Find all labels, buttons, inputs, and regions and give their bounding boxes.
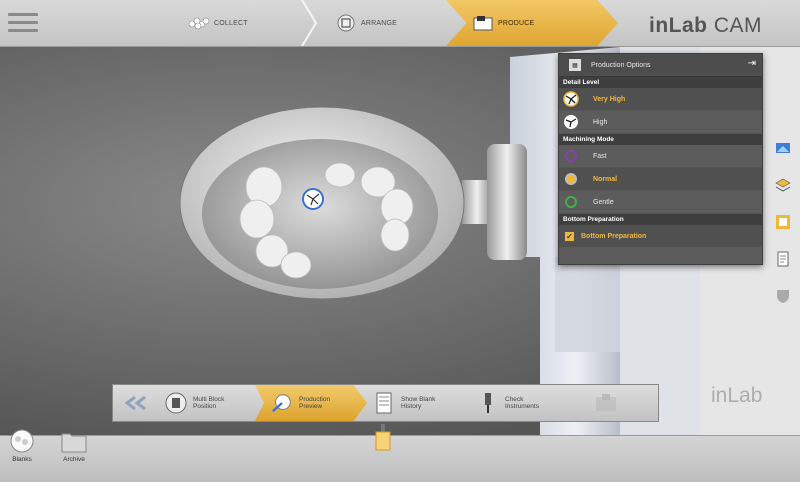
normal-mode-icon [563,171,579,187]
multi-block-label-1: Multi Block [193,396,225,403]
option-normal[interactable]: Normal [559,168,762,191]
workflow-check-instruments[interactable]: Check Instruments [471,385,571,421]
side-toolbar [775,140,797,325]
back-button[interactable] [113,385,159,421]
option-very-high[interactable]: Very High [559,88,762,111]
archive-label: Archive [63,456,85,463]
option-fast-label: Fast [593,152,607,160]
multi-block-label-2: Position [193,403,217,410]
produce-icon [472,14,494,32]
step-produce[interactable]: PRODUCE [446,0,618,46]
app-brand: inLab CAM [649,14,762,38]
step-collect-label: COLLECT [214,19,248,27]
inlab-watermark: inLab [711,384,763,407]
archive-button[interactable]: Archive [54,428,94,463]
blanks-icon [10,429,34,453]
step-produce-label: PRODUCE [498,19,535,27]
production-preview-label-1: Production [299,396,331,403]
multi-block-label: Multi Block Position [193,396,224,410]
brand-bold: inLab [648,14,708,37]
spindle-head [487,144,527,260]
step-collect[interactable]: COLLECT [180,0,318,46]
production-preview-label: Production Preview [299,396,330,410]
production-options-icon: ▦ [569,59,581,71]
bottom-preparation-label: Bottom Preparation [581,232,647,240]
blank-history-label: Show Blank History [401,396,435,410]
production-options-side-icon[interactable] [775,214,791,230]
document-icon[interactable] [775,251,791,267]
panel-header: ▦ Production Options ⇥ [559,54,762,77]
top-bar: COLLECT ARRANGE PRODUCE inLab CAM [0,0,800,47]
option-gentle-label: Gentle [593,198,614,206]
option-high-label: High [593,118,608,126]
option-gentle[interactable]: Gentle [559,191,762,214]
gentle-mode-icon [563,194,579,210]
step-arrange-label: ARRANGE [361,19,398,27]
shield-icon[interactable] [775,288,791,304]
check-instruments-icon [477,391,499,415]
milling-machine-icon [596,394,616,411]
option-normal-label: Normal [593,175,618,183]
blanks-button[interactable]: Blanks [2,428,42,463]
workflow-show-blank-history[interactable]: Show Blank History [367,385,471,421]
checkbox-checked-icon: ✓ [565,231,574,241]
produce-start-icon[interactable] [374,424,392,454]
production-preview-label-2: Preview [299,403,323,410]
section-detail-level: Detail Level [559,77,762,88]
arrange-icon [335,14,357,32]
step-arrange[interactable]: ARRANGE [313,0,465,46]
production-preview-icon [271,391,293,415]
blank-history-icon [373,391,395,415]
check-instruments-label: Check Instruments [505,396,539,410]
hamburger-menu-icon[interactable] [8,10,38,34]
section-bottom-preparation: Bottom Preparation [559,214,762,225]
option-high[interactable]: High [559,111,762,134]
option-fast[interactable]: Fast [559,145,762,168]
collect-icon [188,14,210,32]
workflow-production-preview[interactable]: Production Preview [255,385,367,421]
bottom-bar: Blanks Archive [0,424,800,482]
blank-history-label-2: History [401,403,422,410]
folder-icon [61,433,87,453]
brand-light: CAM [713,14,762,37]
option-very-high-label: Very High [593,95,626,103]
layers-icon[interactable] [775,177,791,193]
bottom-preparation-checkbox[interactable]: ✓ Bottom Preparation [559,225,762,247]
view-icon[interactable] [775,140,791,156]
workflow-bar: Multi Block Position Production Preview Sh… [112,384,659,422]
check-instruments-label-2: Instruments [505,403,539,410]
workflow-multi-block-position[interactable]: Multi Block Position [159,385,255,421]
double-chevron-left-icon [124,396,146,410]
section-machining-mode: Machining Mode [559,134,762,145]
collapse-panel-icon[interactable]: ⇥ [748,58,756,69]
check-instruments-label-1: Check [505,396,524,403]
blanks-label: Blanks [12,456,32,463]
detail-very-high-icon [563,91,579,107]
fast-mode-icon [563,148,579,164]
detail-high-icon [563,114,579,130]
workflow-start-milling [571,385,641,421]
blank-history-label-1: Show Blank [401,396,436,403]
production-options-panel: ▦ Production Options ⇥ Detail Level Very… [558,53,763,265]
multi-block-icon [165,391,187,415]
panel-title: Production Options [591,61,651,69]
